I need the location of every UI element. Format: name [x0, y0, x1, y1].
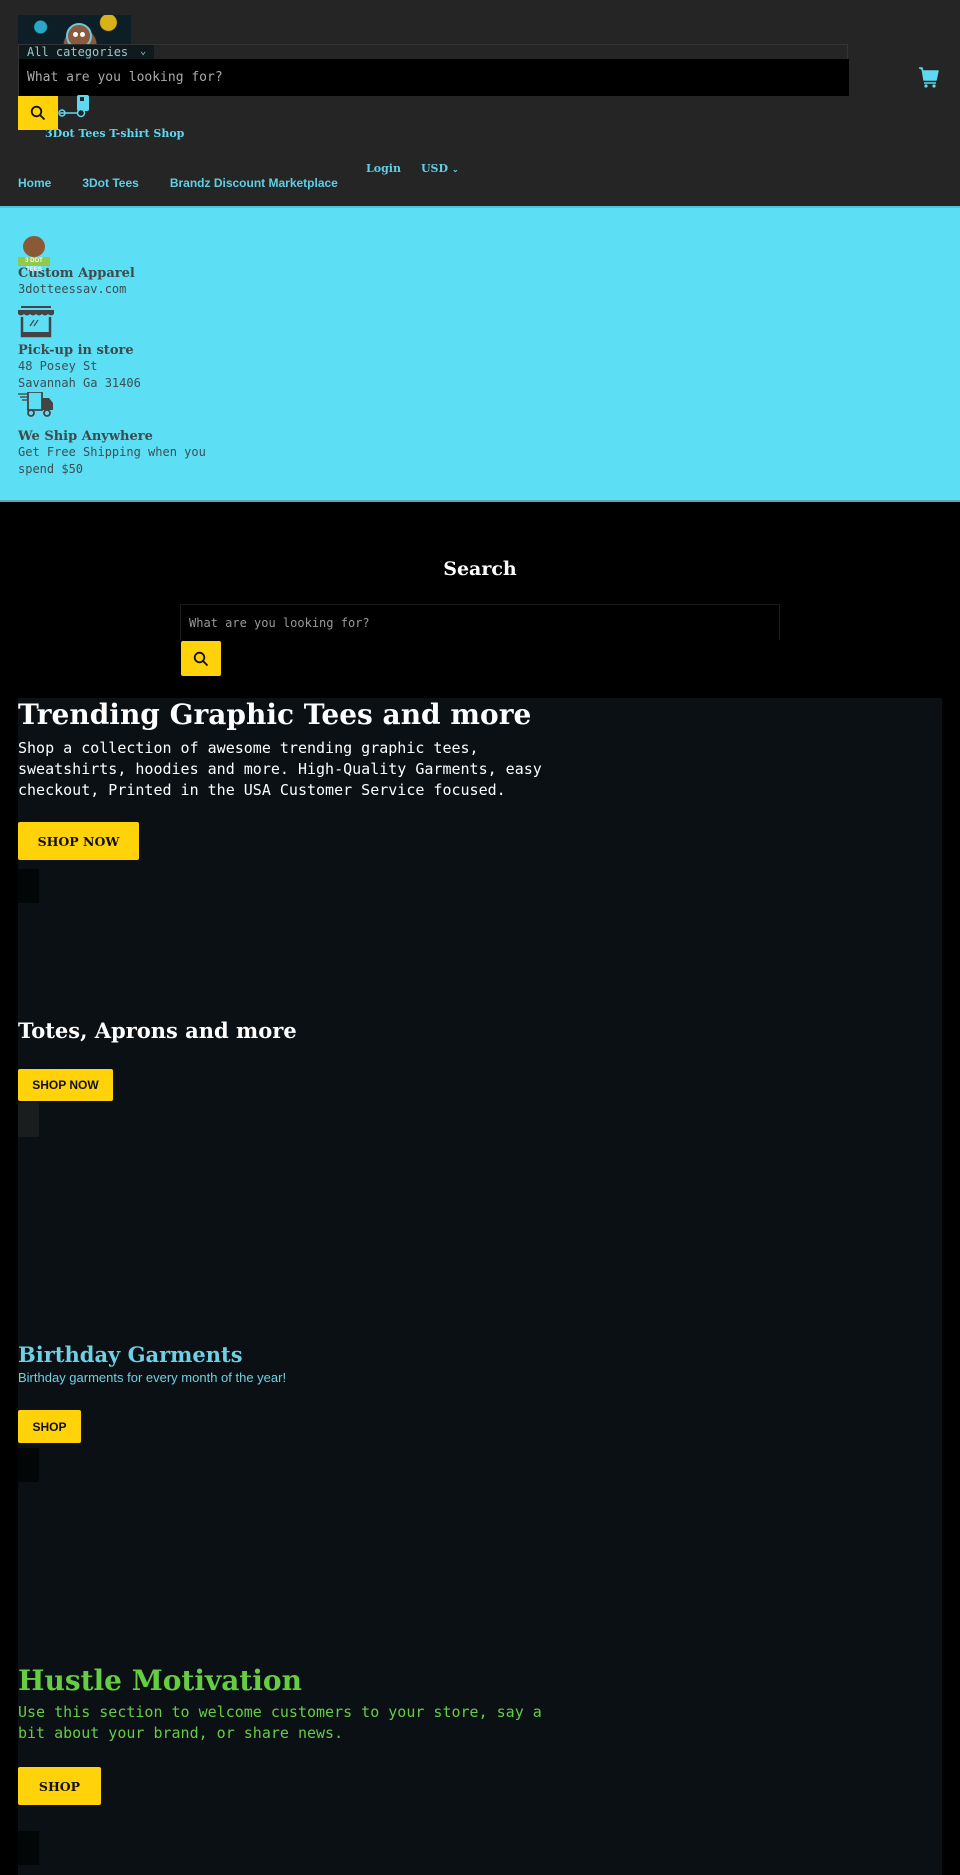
delivery-truck-icon: [58, 95, 89, 118]
info-title: Pick-up in store: [18, 343, 134, 358]
info-title: We Ship Anywhere: [18, 429, 153, 444]
nav-3dot-tees[interactable]: 3Dot Tees: [82, 176, 138, 190]
shop-button[interactable]: SHOP: [18, 1410, 81, 1443]
section-title: Totes, Aprons and more: [18, 1018, 297, 1043]
content-sections: Trending Graphic Tees and more Shop a co…: [18, 698, 942, 1875]
store-info-band: 3 DOT TEES Custom Apparel 3dotteessav.co…: [0, 206, 960, 502]
section-title: Hustle Motivation: [18, 1664, 302, 1697]
chevron-down-icon: ⌄: [140, 46, 147, 57]
storefront-icon: [18, 306, 54, 338]
nav-home[interactable]: Home: [18, 176, 51, 190]
currency-select[interactable]: USD ⌄: [421, 162, 459, 175]
shop-now-button[interactable]: SHOP NOW: [18, 1069, 113, 1101]
section-text: Use this section to welcome customers to…: [18, 1703, 542, 1742]
login-link[interactable]: Login: [366, 162, 401, 175]
info-item-pickup: Pick-up in store 48 Posey St Savannah Ga…: [18, 306, 141, 392]
shop-button[interactable]: SHOP: [18, 1767, 101, 1805]
info-text: Savannah Ga 31406: [18, 376, 141, 390]
search-section: Search: [0, 502, 960, 698]
category-select-label: All categories: [27, 45, 129, 59]
currency-label: USD: [420, 162, 449, 175]
shop-now-button[interactable]: SHOP NOW: [18, 822, 139, 860]
section-text: Birthday garments for every month of the…: [18, 1370, 287, 1385]
chevron-down-icon: ⌄: [452, 163, 459, 174]
main-nav: Home 3Dot Tees Brandz Discount Marketpla…: [18, 176, 338, 190]
search-section-button[interactable]: [181, 641, 221, 676]
search-input[interactable]: [19, 59, 849, 96]
shopping-cart-icon: [919, 67, 939, 88]
bear-mascot-icon: [66, 23, 92, 45]
search-section-input[interactable]: [181, 605, 779, 640]
section-trending-tees: Trending Graphic Tees and more Shop a co…: [18, 698, 942, 903]
logo-badge-icon: 3 DOT TEES: [18, 236, 50, 273]
info-text: 48 Posey St: [18, 359, 98, 373]
info-text: Get Free Shipping when you: [18, 445, 206, 459]
info-text: spend $50: [18, 462, 84, 476]
search-section-title: Search: [443, 558, 517, 580]
account-bar: Login USD ⌄: [366, 162, 459, 175]
cart-button[interactable]: [918, 66, 940, 93]
header-search: All categories ⌄: [18, 44, 849, 96]
info-item-custom-apparel: 3 DOT TEES Custom Apparel 3dotteessav.co…: [18, 236, 135, 298]
info-item-shipping: We Ship Anywhere Get Free Shipping when …: [18, 391, 206, 478]
section-hustle-motivation: Hustle Motivation Use this section to we…: [18, 1664, 942, 1865]
site-header: All categories ⌄ 3Dot Tees T-shirt Shop …: [0, 0, 960, 206]
nav-brandz-discount-marketplace[interactable]: Brandz Discount Marketplace: [170, 176, 338, 190]
section-totes-aprons: Totes, Aprons and more SHOP NOW: [18, 1018, 942, 1137]
search-icon: [193, 651, 209, 666]
store-logo[interactable]: [18, 15, 131, 45]
shop-name[interactable]: 3Dot Tees T-shirt Shop: [45, 127, 184, 140]
section-text: Shop a collection of awesome trending gr…: [18, 739, 542, 799]
delivery-truck-icon: [18, 391, 53, 417]
info-text[interactable]: 3dotteessav.com: [18, 281, 135, 298]
category-select[interactable]: All categories ⌄: [19, 45, 155, 59]
section-title: Trending Graphic Tees and more: [18, 698, 532, 731]
search-button[interactable]: [18, 96, 58, 130]
search-section-field: [180, 604, 780, 640]
section-title: Birthday Garments: [18, 1342, 243, 1367]
section-birthday-garments: Birthday Garments Birthday garments for …: [18, 1342, 942, 1482]
search-icon: [30, 105, 46, 121]
